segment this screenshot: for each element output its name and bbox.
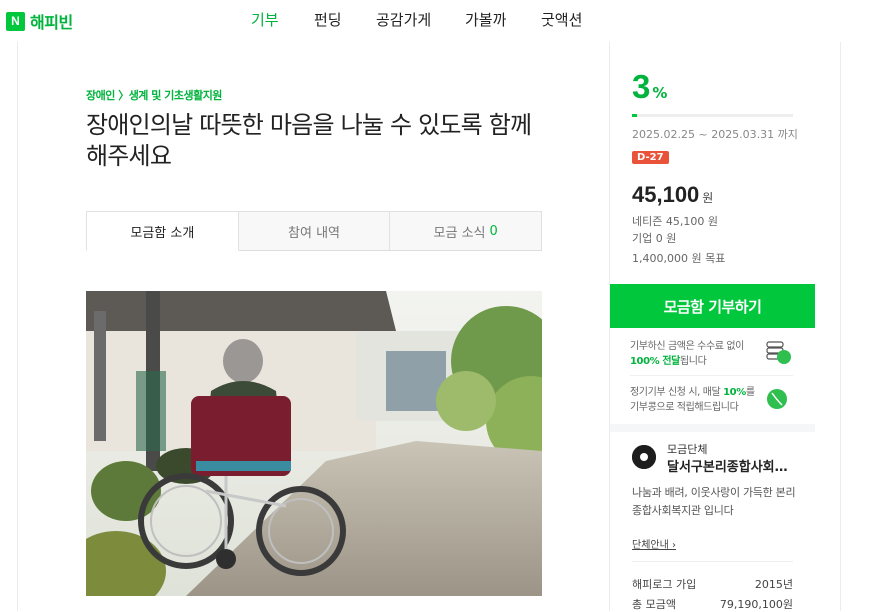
tab-intro[interactable]: 모금함 소개	[86, 211, 239, 251]
campaign-photo	[86, 291, 542, 596]
company-amount: 기업 0 원	[632, 232, 677, 245]
organization-name[interactable]: 달서구본리종합사회복지관	[667, 456, 792, 475]
nav-visit[interactable]: 가볼까	[465, 9, 506, 30]
progress-bar	[632, 114, 793, 117]
coin-stack-icon	[764, 338, 792, 366]
top-navigation-bar: N 해피빈 기부 펀딩 공감가게 가볼까 굿액션	[0, 0, 880, 42]
tab-participants[interactable]: 참여 내역	[238, 211, 391, 251]
campaign-tabs: 모금함 소개 참여 내역 모금 소식 0	[86, 211, 543, 251]
organization-separator	[632, 561, 793, 562]
nav-funding[interactable]: 펀딩	[314, 9, 342, 30]
regular-info-line2: 기부콩으로 적립해드립니다	[630, 402, 739, 413]
org-joined-value: 2015년	[754, 578, 793, 591]
regular-info-suffix: 를	[745, 387, 755, 398]
campaign-title: 장애인의날 따뜻한 마음을 나눌 수 있도록 함께 해주세요	[86, 111, 532, 170]
raised-amount: 45,100 원	[632, 182, 713, 208]
campaign-category[interactable]: 장애인 〉생계 및 기초생활지원	[86, 87, 222, 103]
tab-news-count: 0	[489, 223, 498, 239]
campaign-period: 2025.02.25 ~ 2025.03.31 까지	[632, 128, 798, 141]
organization-logo[interactable]	[632, 445, 656, 469]
percent-unit: %	[652, 84, 668, 102]
fee-info-suffix: 됩니다	[679, 356, 707, 367]
tab-news-label: 모금 소식	[433, 225, 486, 241]
org-joined-label: 해피로그 가입	[632, 578, 697, 591]
tab-news[interactable]: 모금 소식 0	[390, 211, 543, 251]
nav-good-action[interactable]: 굿액션	[541, 9, 582, 30]
organization-description: 나눔과 배려, 이웃사랑이 가득한 본리종합사회복지관 입니다	[632, 486, 796, 517]
percent-value: 3	[632, 68, 651, 105]
bean-icon	[764, 384, 792, 412]
donate-button[interactable]: 모금함 기부하기	[610, 284, 815, 328]
funding-percent: 3%	[632, 68, 667, 106]
tab-intro-label: 모금함 소개	[130, 225, 195, 241]
elderly-wheelchair-photo	[86, 291, 542, 596]
organization-info-link[interactable]: 단체안내 ›	[632, 536, 676, 551]
org-total-value: 79,190,100원	[719, 598, 793, 611]
info-separator	[630, 375, 793, 376]
fee-info-highlight: 100% 전달	[630, 356, 680, 367]
regular-info-text: 정기기부 신청 시, 매달	[630, 387, 724, 398]
fee-info-text: 기부하신 금액은 수수료 없이	[630, 341, 744, 352]
main-nav: 기부 펀딩 공감가게 가볼까 굿액션	[0, 9, 880, 29]
progress-fill	[632, 114, 638, 117]
tab-participants-label: 참여 내역	[288, 225, 340, 241]
dday-badge: D-27	[632, 151, 669, 164]
amount-unit: 원	[702, 191, 714, 205]
org-total-label: 총 모금액	[632, 598, 676, 611]
amount-value: 45,100	[632, 182, 700, 207]
nav-donate[interactable]: 기부	[251, 9, 279, 30]
organization-label: 모금단체	[667, 443, 708, 456]
regular-info-highlight: 10%	[723, 387, 746, 398]
nav-shop[interactable]: 공감가게	[376, 9, 431, 30]
netizen-amount: 네티즌 45,100 원	[632, 215, 718, 228]
goal-amount: 1,400,000 원 목표	[632, 252, 726, 265]
